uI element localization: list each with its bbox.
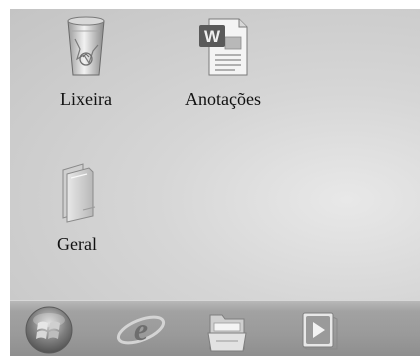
recycle-bin-icon	[58, 15, 114, 79]
internet-explorer-icon: e	[113, 305, 169, 355]
desktop-icon-geral[interactable]: Geral	[27, 160, 127, 255]
desktop-icon-label: Geral	[57, 234, 97, 254]
folder-icon	[49, 160, 105, 224]
desktop-icon-label: Lixeira	[60, 89, 112, 109]
svg-text:e: e	[134, 311, 148, 347]
taskbar: e	[10, 300, 420, 356]
desktop-icon-anotacoes[interactable]: W Anotações	[173, 15, 273, 110]
desktop-icon-lixeira[interactable]: Lixeira	[36, 15, 136, 110]
internet-explorer-button[interactable]: e	[113, 305, 169, 355]
media-player-icon	[289, 305, 345, 355]
screen: Lixeira W Anotações Geral e	[10, 9, 420, 356]
media-player-button[interactable]	[289, 305, 345, 355]
word-document-icon: W	[195, 15, 251, 79]
windows-explorer-button[interactable]	[198, 305, 254, 355]
desktop-icon-label: Anotações	[185, 89, 261, 109]
desktop: Lixeira W Anotações Geral	[10, 9, 420, 300]
svg-text:W: W	[204, 27, 221, 46]
start-button[interactable]	[21, 305, 77, 355]
windows-explorer-icon	[198, 305, 254, 355]
windows-start-orb-icon	[21, 305, 77, 355]
